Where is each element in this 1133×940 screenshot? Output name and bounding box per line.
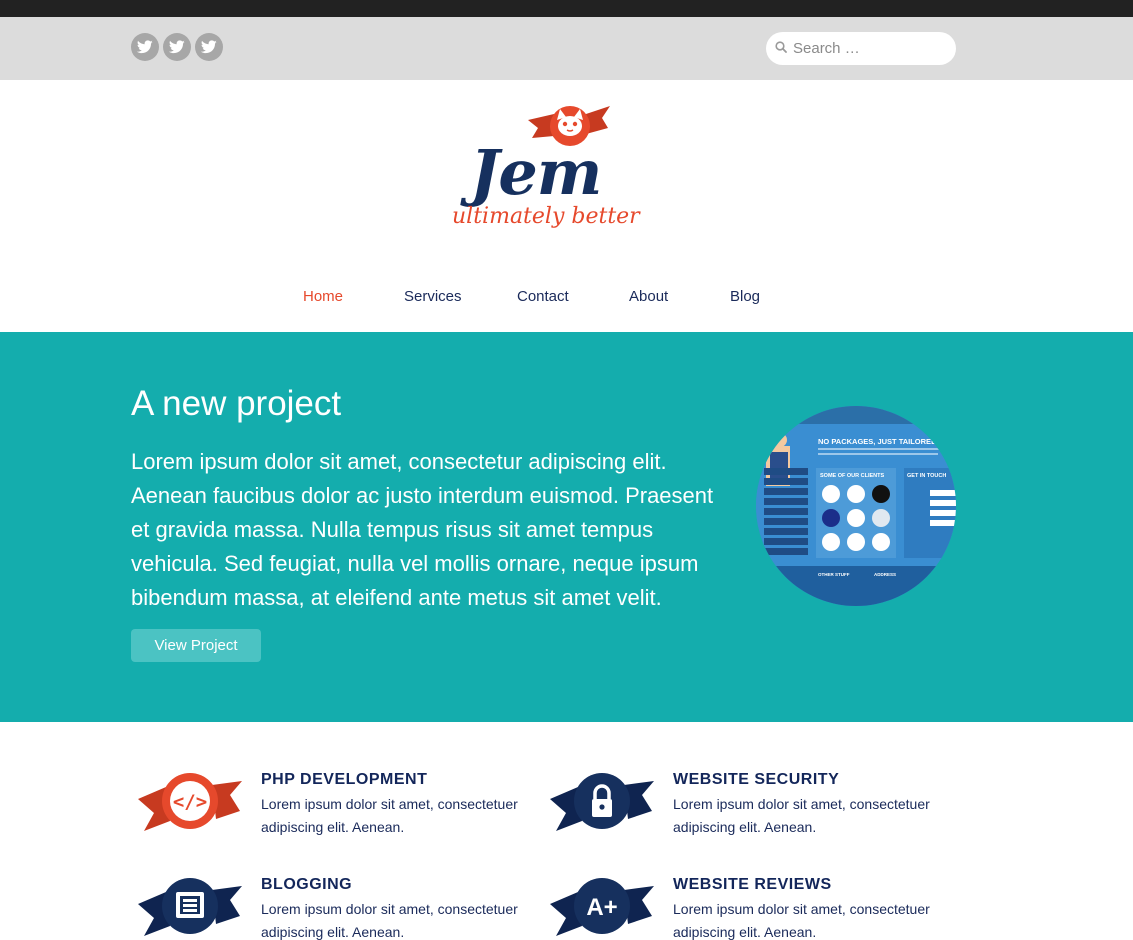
hero-title: A new project — [131, 384, 342, 423]
hero-section: A new project Lorem ipsum dolor sit amet… — [0, 332, 1133, 722]
logo-wordmark: Jem — [470, 136, 602, 209]
utility-bar — [0, 17, 1133, 80]
service-text: Lorem ipsum dolor sit amet, consectetuer… — [673, 796, 930, 835]
project-thumbnail[interactable]: NO PACKAGES, JUST TAILORED SOME OF OUR C… — [756, 406, 956, 606]
top-bar — [0, 0, 1133, 17]
search-input[interactable] — [793, 40, 943, 57]
code-icon: </> — [138, 773, 242, 831]
nav-item-home[interactable]: Home — [303, 288, 343, 305]
thumb-clients-heading: SOME OF OUR CLIENTS — [820, 473, 885, 479]
service-text: Lorem ipsum dolor sit amet, consectetuer… — [261, 796, 518, 835]
thumb-contact-heading: GET IN TOUCH — [907, 473, 946, 479]
service-website-reviews: A+ WEBSITE REVIEWS Lorem ipsum dolor sit… — [548, 876, 968, 940]
thumb-footer-address: ADDRESS — [874, 572, 896, 577]
view-project-button[interactable]: View Project — [131, 629, 261, 662]
service-title: PHP DEVELOPMENT — [261, 771, 428, 788]
service-title: WEBSITE REVIEWS — [673, 876, 832, 893]
service-title: BLOGGING — [261, 876, 353, 893]
grade-a-plus-icon: A+ — [550, 878, 654, 936]
svg-text:</>: </> — [173, 791, 207, 813]
twitter-icon[interactable] — [163, 33, 191, 61]
social-links — [131, 33, 223, 61]
service-text: Lorem ipsum dolor sit amet, consectetuer… — [673, 901, 930, 940]
service-blogging: BLOGGING Lorem ipsum dolor sit amet, con… — [136, 876, 556, 940]
service-php-development: </> PHP DEVELOPMENT Lorem ipsum dolor si… — [136, 771, 556, 851]
site-logo[interactable]: Jem ultimately better — [440, 96, 650, 251]
logo-tagline: ultimately better — [452, 204, 640, 229]
project-screenshot: NO PACKAGES, JUST TAILORED SOME OF OUR C… — [756, 406, 956, 606]
nav-item-blog[interactable]: Blog — [730, 288, 760, 305]
document-icon — [138, 878, 242, 936]
thumb-menu — [764, 468, 808, 555]
thumb-heading: NO PACKAGES, JUST TAILORED — [818, 437, 937, 446]
service-text: Lorem ipsum dolor sit amet, consectetuer… — [261, 901, 518, 940]
thumb-footer-other: OTHER STUFF — [818, 572, 850, 577]
service-title: WEBSITE SECURITY — [673, 771, 840, 788]
nav-item-services[interactable]: Services — [404, 288, 462, 305]
service-website-security: WEBSITE SECURITY Lorem ipsum dolor sit a… — [548, 771, 968, 851]
nav-item-contact[interactable]: Contact — [517, 288, 569, 305]
nav-item-about[interactable]: About — [629, 288, 668, 305]
twitter-icon[interactable] — [195, 33, 223, 61]
search-box[interactable] — [766, 32, 956, 65]
hero-body: Lorem ipsum dolor sit amet, consectetur … — [131, 449, 714, 610]
grade-glyph: A+ — [586, 894, 617, 921]
lock-icon — [550, 773, 654, 831]
twitter-icon[interactable] — [131, 33, 159, 61]
main-nav: Home Services Contact About Blog — [0, 288, 1133, 318]
search-icon — [775, 40, 787, 58]
